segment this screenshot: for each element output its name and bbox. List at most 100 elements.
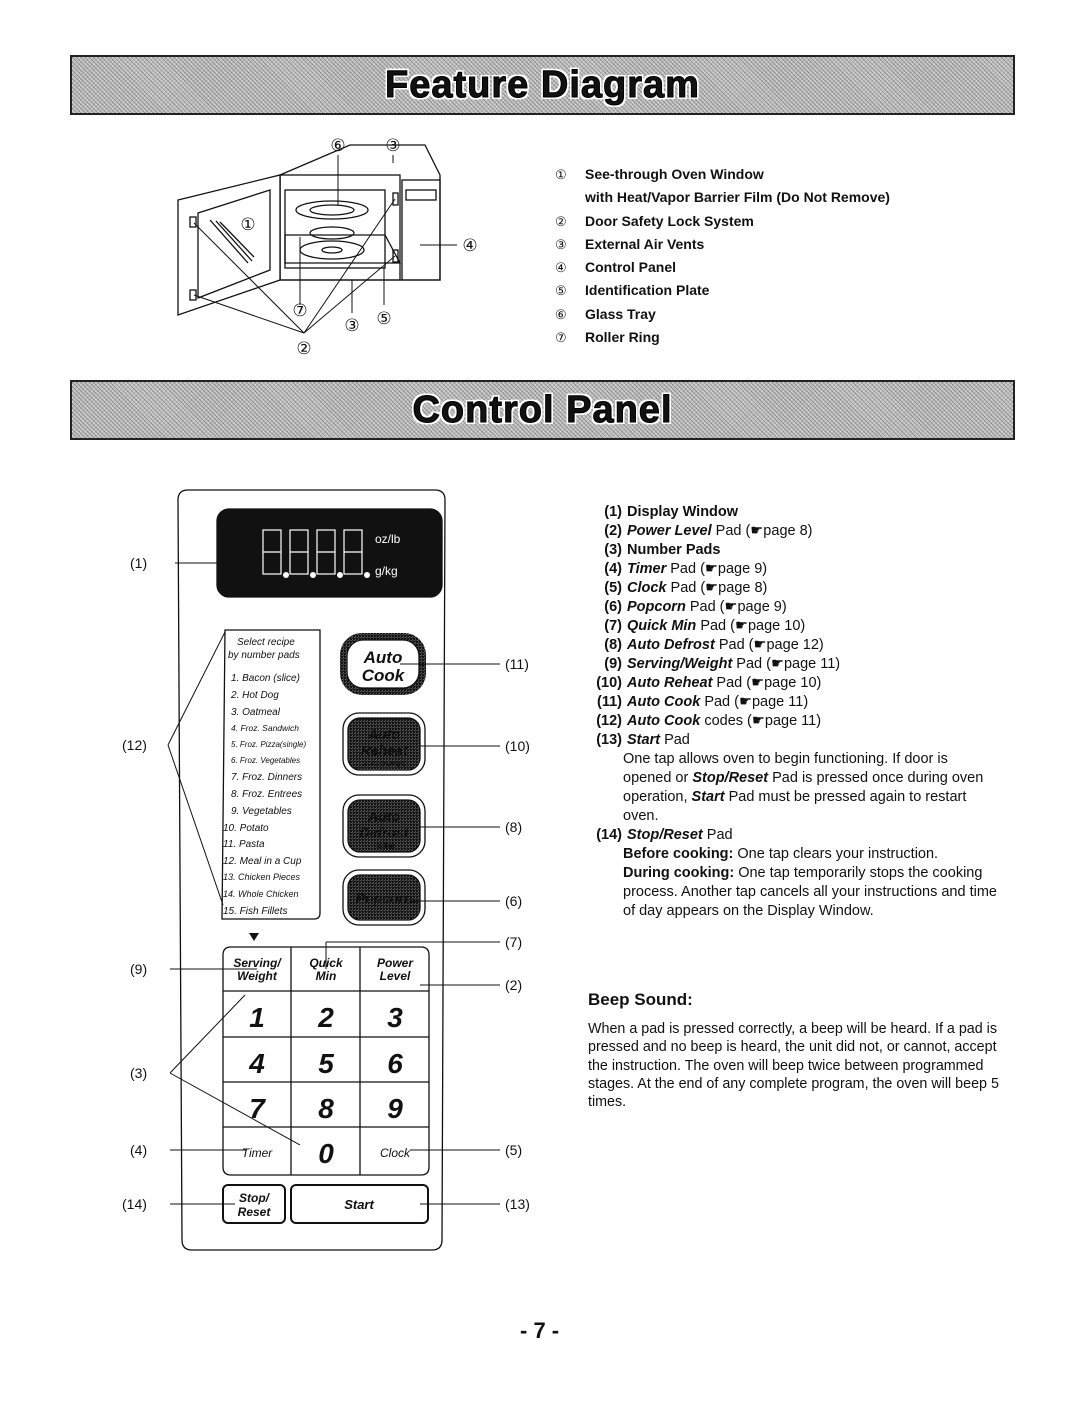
feature-legend: ① See-through Oven Window with Heat/Vapor… [555,163,890,349]
callout-6: ⑥ [330,136,345,155]
svg-text:Reset: Reset [238,1205,272,1219]
recipe-item: 4. Froz. Sandwich [231,723,299,733]
callout-7: ⑦ [292,301,307,320]
number-pad-5[interactable]: 5 [318,1048,334,1079]
callout-1: ① [240,215,255,234]
number-pad-2[interactable]: 2 [317,1002,334,1033]
control-panel-legend: (1) Display Window (2) Power Level Pad (☛p… [596,503,1000,921]
timer-pad[interactable]: Timer [242,1146,274,1160]
recipe-item: 1. Bacon (slice) [231,673,300,684]
number-pad-7[interactable]: 7 [249,1093,266,1124]
svg-text:Auto: Auto [367,726,400,742]
feature-legend-item-continuation: with Heat/Vapor Barrier Film (Do Not Rem… [585,189,890,206]
number-pad-8[interactable]: 8 [318,1093,334,1124]
beep-sound-heading: Beep Sound: [588,990,693,1009]
unit-oz-lb: oz/lb [375,532,401,546]
callout-7: (7) [505,934,522,950]
callout-3: (3) [130,1065,147,1081]
start-pad-description: One tap allows oven to begin functioning… [623,751,984,824]
auto-reheat-pad[interactable]: Auto Reheat 1-4 servings [342,712,426,776]
feature-legend-item: ⑥ Glass Tray [555,305,656,322]
number-pad-6[interactable]: 6 [387,1048,403,1079]
callout-13: (13) [505,1196,530,1212]
recipe-item: 2. Hot Dog [230,690,279,701]
feature-diagram-banner: Feature Diagram [70,55,1015,115]
number-pad-4[interactable]: 4 [248,1048,265,1079]
legend-item: (3) Number Pads [604,542,721,558]
svg-text:Min: Min [316,969,337,983]
legend-item: (14) Stop/Reset Pad [596,827,733,843]
callout-3-top: ③ [385,136,400,155]
feature-diagram-title: Feature Diagram [385,63,700,106]
svg-text:Cook: Cook [362,666,406,685]
svg-text:by number pads: by number pads [228,650,300,661]
start-pad[interactable]: Start [290,1184,429,1224]
recipe-item: 11. Pasta [223,839,265,850]
svg-text:Stop/: Stop/ [239,1191,271,1205]
auto-defrost-pad[interactable]: Auto Defrost (lb/kg) [342,794,426,858]
callout-5: (5) [505,1142,522,1158]
down-arrow-icon [249,933,259,941]
recipe-item: 12. Meal in a Cup [223,856,302,867]
callout-8: (8) [505,819,522,835]
svg-text:Quick: Quick [309,956,344,970]
svg-text:Reheat: Reheat [361,742,409,758]
callout-2: (2) [505,977,522,993]
callout-3-bottom: ③ [344,316,359,335]
callout-6: (6) [505,893,522,909]
legend-item: (12) Auto Cook codes (☛page 11) [596,713,822,729]
callout-5: ⑤ [376,309,391,328]
recipe-item: 14. Whole Chicken [223,889,299,899]
callout-2: ② [296,339,311,358]
callout-9: (9) [130,961,147,977]
recipe-item: 9. Vegetables [231,806,292,817]
svg-text:Defrost: Defrost [359,824,409,840]
clock-pad[interactable]: Clock [380,1146,411,1160]
legend-item: (10) Auto Reheat Pad (☛page 10) [596,675,822,691]
legend-item: (1) Display Window [604,504,739,520]
feature-legend-item: ⑤ Identification Plate [555,282,710,299]
recipe-item: 5. Froz. Pizza(single) [231,740,306,749]
legend-item: (9) Serving/Weight Pad (☛page 11) [604,656,841,672]
svg-text:Power: Power [377,956,414,970]
legend-item: (8) Auto Defrost Pad (☛page 12) [604,637,824,653]
svg-text:Serving/: Serving/ [233,956,282,970]
callout-4: ④ [462,236,477,255]
legend-item: (5) Clock Pad (☛page 8) [604,580,768,596]
svg-text:1-4 servings: 1-4 servings [364,761,405,768]
number-pad-1[interactable]: 1 [249,1002,265,1033]
callout-4: (4) [130,1142,147,1158]
legend-item: (4) Timer Pad (☛page 9) [604,561,768,577]
legend-item: (13) Start Pad [596,732,690,748]
svg-text:Weight: Weight [237,969,278,983]
callout-10: (10) [505,738,530,754]
number-pad-0[interactable]: 0 [318,1138,334,1169]
svg-text:Level: Level [380,969,411,983]
svg-text:Start: Start [344,1197,374,1212]
control-panel-banner: Control Panel [70,380,1015,440]
svg-text:Select recipe: Select recipe [237,637,295,648]
number-pad-3[interactable]: 3 [387,1002,403,1033]
feature-legend-item: ④ Control Panel [555,259,677,276]
control-panel-illustration: oz/lb g/kg Select recipe by number pads … [122,489,530,1251]
beep-sound-body: When a pad is pressed correctly, a beep … [588,1021,999,1111]
svg-text:Popcorn: Popcorn [356,890,413,906]
power-level-pad[interactable]: PowerLevel [377,956,414,983]
legend-item: (2) Power Level Pad (☛page 8) [604,523,813,539]
feature-legend-item: ② Door Safety Lock System [555,212,754,229]
page-number: - 7 - [520,1318,560,1343]
recipe-item: 6. Froz. Vegetables [231,756,300,765]
number-pad-9[interactable]: 9 [387,1093,403,1124]
callout-14: (14) [122,1196,147,1212]
quick-min-pad[interactable]: QuickMin [309,956,344,983]
svg-text:Auto: Auto [363,648,403,667]
oven-body [279,144,441,281]
popcorn-pad[interactable]: Popcorn [342,869,426,926]
feature-legend-item: ③ External Air Vents [555,235,705,252]
stop-pad-description: Before cooking: One tap clears your inst… [623,846,997,919]
oven-illustration: ⑥ ③ ① ④ ⑦ ⑤ ③ ② [177,136,478,358]
legend-item: (7) Quick Min Pad (☛page 10) [604,618,806,634]
feature-legend-item: ⑦ Roller Ring [555,329,660,346]
recipe-item: 3. Oatmeal [231,707,281,718]
legend-item: (11) Auto Cook Pad (☛page 11) [597,694,809,710]
